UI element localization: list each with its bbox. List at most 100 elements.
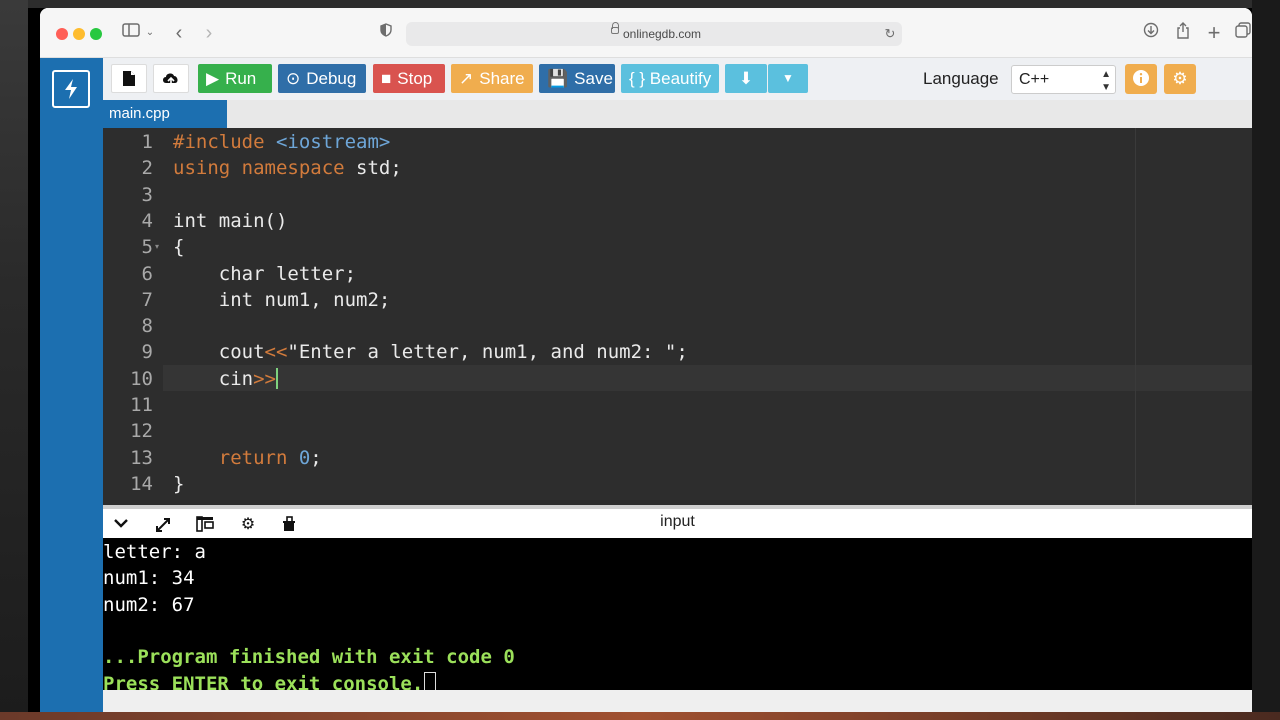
line-number: 1 [141, 131, 153, 153]
console-gear-icon[interactable]: ⚙ [238, 516, 258, 534]
code-token: ; [310, 446, 322, 469]
desktop-bottom-strip [0, 712, 1280, 720]
floppy-disk-icon: 💾 [547, 69, 569, 88]
terminal-cursor [424, 671, 437, 690]
code-token: << [264, 341, 288, 364]
code-token: "Enter a letter, num1, and num2: " [287, 341, 677, 364]
active-line-highlight [163, 364, 1252, 391]
code-line-13: return 0; [173, 445, 322, 471]
line-number: 3 [141, 183, 153, 206]
share-button[interactable]: ↗ Share [451, 64, 533, 93]
save-label: Save [574, 69, 613, 88]
zoom-window-button[interactable] [90, 28, 102, 40]
close-window-button[interactable] [56, 28, 68, 40]
settings-button[interactable]: ⚙ [1164, 64, 1196, 94]
download-icon: ⬇ [738, 69, 754, 88]
console-toolbar: input ⚙ [103, 505, 1252, 538]
play-icon: ▶ [206, 69, 220, 88]
console-line: num1: 34 [103, 567, 195, 590]
beautify-button[interactable]: { } Beautify [621, 64, 719, 93]
editor-toolbar: ▶ Run ⊙ Debug ■ Stop ↗ Share 💾 Save { } Beaut… [103, 58, 1252, 100]
fold-arrow-icon[interactable]: ▾ [155, 242, 159, 251]
code-line-2: using namespace std; [173, 155, 402, 181]
chevron-down-icon[interactable]: ⌄ [144, 22, 156, 44]
code-token: >> [253, 367, 276, 390]
save-button[interactable]: 💾 Save [539, 64, 615, 93]
exit-code-message: ...Program finished with exit code 0 [103, 646, 515, 669]
share-icon[interactable] [1172, 22, 1194, 44]
code-line-6: char letter; [173, 262, 357, 285]
code-editor[interactable]: 1 2 3 4 5 6 7 8 9 10 11 12 13 14 ▾ #incl… [103, 128, 1252, 505]
new-file-icon[interactable] [111, 64, 147, 93]
address-text: onlinegdb.com [622, 27, 702, 41]
code-token: cin [173, 367, 254, 390]
reload-icon[interactable]: ↻ [882, 22, 898, 44]
line-number: 11 [130, 394, 153, 416]
upload-icon[interactable] [153, 64, 189, 93]
line-number: 8 [141, 315, 153, 338]
stop-label: Stop [397, 69, 433, 88]
back-icon[interactable]: ‹ [170, 22, 188, 44]
code-token: using namespace [173, 157, 345, 180]
line-number: 4 [141, 209, 153, 232]
address-bar[interactable]: onlinegdb.com ↻ [406, 22, 902, 46]
debug-label: Debug [306, 69, 357, 88]
language-select[interactable]: C++ ▲ ▼ [1011, 65, 1116, 94]
browser-window: ⌄ ‹ › onlinegdb.com ↻ + ▶ Run ⊙ Debug ■ … [40, 8, 1252, 712]
code-token: <iostream> [275, 131, 391, 153]
console-title: input [660, 513, 695, 530]
bottom-status-strip [103, 690, 1252, 712]
code-line-5: { [173, 236, 185, 259]
line-number: 10 [130, 367, 153, 390]
code-token: #include [173, 131, 276, 153]
console-output[interactable]: letter: a num1: 34 num2: 67 ...Program f… [103, 538, 1252, 690]
share-arrow-icon: ↗ [459, 69, 474, 88]
language-value: C++ [1019, 71, 1050, 88]
download-dropdown-button[interactable]: ▼ [768, 64, 808, 93]
code-token: cout [173, 341, 265, 364]
code-line-14: } [173, 472, 185, 495]
expand-icon[interactable] [153, 516, 173, 534]
line-number: 5 [141, 236, 153, 259]
new-tab-icon[interactable]: + [1203, 22, 1225, 44]
console-line: letter: a [103, 541, 206, 563]
debug-button[interactable]: ⊙ Debug [278, 64, 366, 93]
downloads-icon[interactable] [1140, 22, 1162, 44]
desktop-right-strip [1252, 0, 1280, 720]
code-line-1: #include <iostream> [173, 129, 390, 155]
split-panel-icon[interactable] [195, 516, 215, 534]
info-icon [1133, 70, 1149, 86]
code-line-4: int main() [173, 209, 288, 232]
select-arrows-icon: ▲ ▼ [1101, 69, 1111, 93]
minimize-window-button[interactable] [73, 28, 85, 40]
code-line-10: cin>> [173, 366, 278, 392]
text-cursor [275, 367, 278, 389]
lightning-logo-icon[interactable] [52, 70, 90, 108]
tab-main-cpp[interactable]: main.cpp [103, 100, 227, 128]
line-number: 13 [130, 446, 153, 469]
tab-overview-icon[interactable] [1232, 22, 1252, 44]
download-button[interactable]: ⬇ [725, 64, 767, 93]
beautify-label: { } Beautify [629, 69, 712, 88]
gear-icon: ⚙ [1172, 69, 1188, 88]
file-tab-bar: main.cpp [103, 100, 1252, 128]
stop-button[interactable]: ■ Stop [373, 64, 445, 93]
collapse-chevron-icon[interactable] [111, 516, 131, 534]
clear-console-icon[interactable] [279, 516, 299, 534]
sidebar-toggle-icon[interactable] [120, 22, 142, 44]
line-number: 9 [141, 341, 153, 364]
forward-icon[interactable]: › [200, 22, 218, 44]
privacy-shield-icon[interactable] [376, 22, 396, 44]
code-token: ; [676, 341, 688, 364]
line-number: 6 [141, 262, 153, 285]
press-enter-message: Press ENTER to exit console. [103, 672, 424, 691]
code-token: std; [344, 157, 402, 180]
line-number: 7 [141, 288, 153, 311]
language-label: Language [923, 69, 999, 88]
code-token: 0 [298, 446, 311, 469]
run-button[interactable]: ▶ Run [198, 64, 272, 93]
line-number: 14 [130, 472, 153, 495]
code-line-7: int num1, num2; [173, 288, 391, 311]
info-button[interactable] [1125, 64, 1157, 94]
browser-toolbar: ⌄ ‹ › onlinegdb.com ↻ + [40, 8, 1252, 58]
